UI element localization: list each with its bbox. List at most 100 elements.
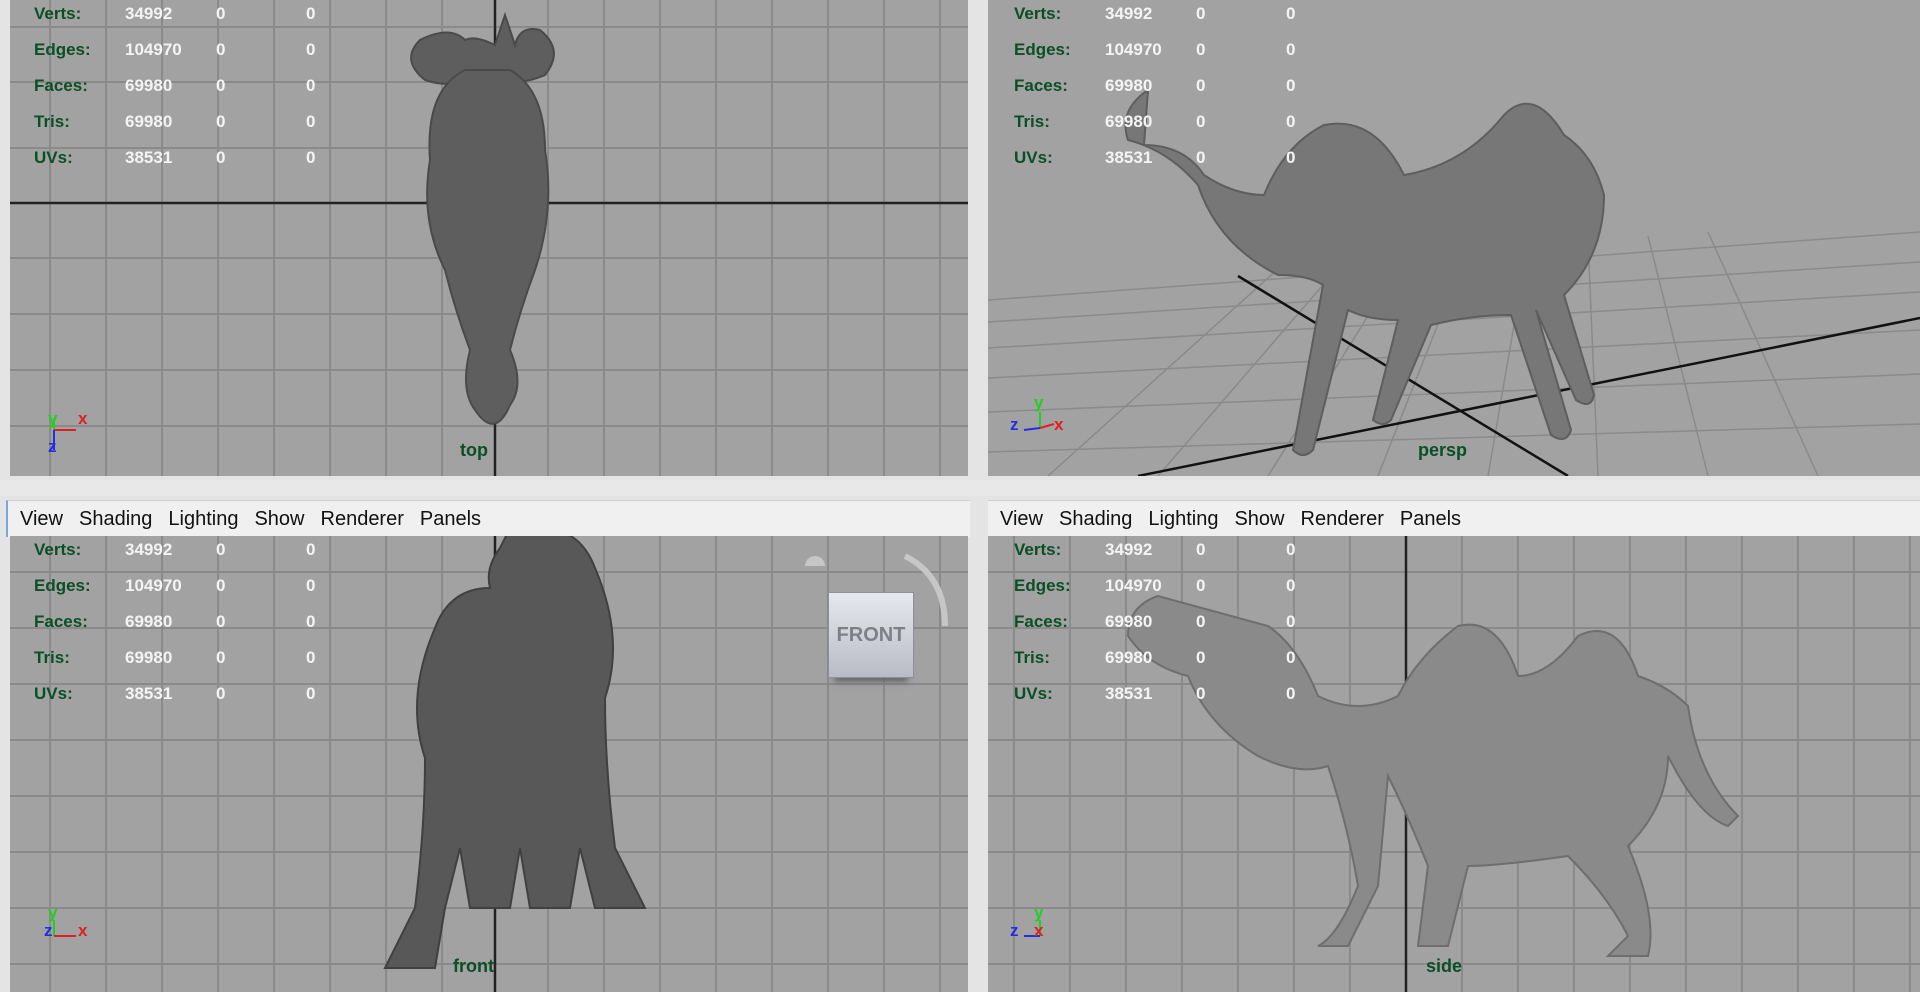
hud-value: 0	[1196, 684, 1206, 703]
hud-value: 0	[306, 4, 316, 23]
hud-value: 0	[1196, 112, 1206, 131]
menu-lighting[interactable]: Lighting	[168, 508, 238, 531]
hud-value: 0	[1286, 112, 1296, 131]
hud-value: 0	[306, 76, 316, 95]
hud-value: 0	[306, 648, 316, 667]
hud-value: 104970	[125, 576, 182, 595]
camel-model-top	[410, 11, 555, 425]
hud-label: UVs:	[1014, 148, 1053, 167]
hud-value: 38531	[1105, 148, 1153, 167]
hud-value: 69980	[1105, 612, 1153, 631]
hud-value: 0	[306, 540, 316, 559]
axis-indicator: y x z	[48, 409, 88, 456]
hud-value: 0	[216, 4, 226, 23]
hud-label: Verts:	[1014, 4, 1062, 23]
hud-value: 69980	[125, 648, 173, 667]
hud-value: 0	[1196, 148, 1206, 167]
camel-model-front	[383, 536, 647, 969]
hud-label: Verts:	[1014, 540, 1062, 559]
camel-model-side	[1126, 594, 1740, 957]
menu-view[interactable]: View	[1000, 508, 1043, 531]
hud-value: 0	[306, 148, 316, 167]
hud-value: 69980	[125, 612, 173, 631]
hud-label: UVs:	[34, 684, 73, 703]
side-grid	[988, 536, 1920, 992]
axis-y-label: y	[1034, 393, 1044, 412]
menu-panels[interactable]: Panels	[1400, 508, 1461, 531]
menu-renderer[interactable]: Renderer	[1301, 508, 1384, 531]
panel-divider[interactable]	[0, 480, 1920, 496]
camera-label: front	[453, 956, 494, 976]
hud-label: Faces:	[1014, 612, 1068, 631]
hud-value: 38531	[125, 684, 173, 703]
hud-value: 0	[1286, 540, 1296, 559]
hud-value: 0	[306, 112, 316, 131]
menu-show[interactable]: Show	[254, 508, 304, 531]
hud-label: Verts:	[34, 4, 82, 23]
axis-z-label: z	[44, 921, 53, 940]
hud-value: 0	[1286, 648, 1296, 667]
hud-value: 0	[1196, 540, 1206, 559]
menu-shading[interactable]: Shading	[1059, 508, 1132, 531]
camel-model-persp	[1124, 88, 1606, 456]
hud-value: 0	[306, 40, 316, 59]
menu-lighting[interactable]: Lighting	[1148, 508, 1218, 531]
hud-label: Tris:	[34, 648, 70, 667]
viewport-top[interactable]: Verts: 34992 0 0 Edges: 104970 0 0 Faces: 69980…	[10, 0, 968, 476]
hud-label: Faces:	[1014, 76, 1068, 95]
panel-menubar-front: View Shading Lighting Show Renderer Pane…	[6, 500, 970, 537]
hud-value: 0	[1286, 4, 1296, 23]
hud-label: Faces:	[34, 76, 88, 95]
viewport-persp[interactable]: Verts: 34992 0 0 Edges: 104970 0 0 Faces: 69980…	[988, 0, 1920, 476]
menu-panels[interactable]: Panels	[420, 508, 481, 531]
hud-value: 38531	[1105, 684, 1153, 703]
hud-value: 0	[1286, 40, 1296, 59]
hud-value: 0	[306, 684, 316, 703]
hud-value: 0	[306, 612, 316, 631]
axis-y-label: y	[1034, 903, 1044, 922]
hud-value: 0	[1196, 4, 1206, 23]
axis-y-label: y	[48, 903, 58, 922]
persp-grid	[988, 88, 1920, 476]
menu-shading[interactable]: Shading	[79, 508, 152, 531]
hud-value: 69980	[1105, 112, 1153, 131]
hud-value: 0	[1196, 76, 1206, 95]
hud-label: Edges:	[1014, 576, 1071, 595]
hud-value: 38531	[125, 148, 173, 167]
axis-indicator: y x z	[44, 903, 88, 940]
hud-value: 34992	[1105, 540, 1153, 559]
hud-value: 0	[216, 76, 226, 95]
hud-value: 69980	[1105, 76, 1153, 95]
camera-label: side	[1426, 956, 1463, 976]
hud-label: Edges:	[1014, 40, 1071, 59]
hud-value: 0	[216, 148, 226, 167]
front-grid	[10, 536, 968, 992]
hud-value: 0	[1286, 612, 1296, 631]
hud-label: Verts:	[34, 540, 82, 559]
viewport-side[interactable]: Verts: 34992 0 0 Edges: 104970 0 0 Faces: 69980…	[988, 536, 1920, 992]
hud-label: UVs:	[34, 148, 73, 167]
hud-value: 0	[1196, 612, 1206, 631]
hud-value: 0	[216, 576, 226, 595]
hud-value: 0	[1286, 684, 1296, 703]
hud-label: Tris:	[1014, 648, 1050, 667]
hud-value: 0	[216, 540, 226, 559]
hud-value: 104970	[1105, 40, 1162, 59]
hud-value: 0	[1196, 40, 1206, 59]
axis-z-label: z	[1010, 921, 1019, 940]
hud-value: 104970	[1105, 576, 1162, 595]
hud-value: 0	[1196, 648, 1206, 667]
axis-z-label: z	[48, 437, 57, 456]
viewcube[interactable]: FRONT	[828, 592, 914, 678]
hud-value: 0	[216, 612, 226, 631]
hud-label: UVs:	[1014, 684, 1053, 703]
axis-x-label: x	[1054, 415, 1064, 434]
axis-x-label: x	[78, 921, 88, 940]
viewport-front[interactable]: Verts: 34992 0 0 Edges: 104970 0 0 Faces: 69980…	[10, 536, 968, 992]
hud-value: 34992	[1105, 4, 1153, 23]
menu-renderer[interactable]: Renderer	[321, 508, 404, 531]
axis-indicator: y x z	[1010, 903, 1044, 940]
menu-show[interactable]: Show	[1234, 508, 1284, 531]
hud-value: 34992	[125, 540, 173, 559]
menu-view[interactable]: View	[20, 508, 63, 531]
